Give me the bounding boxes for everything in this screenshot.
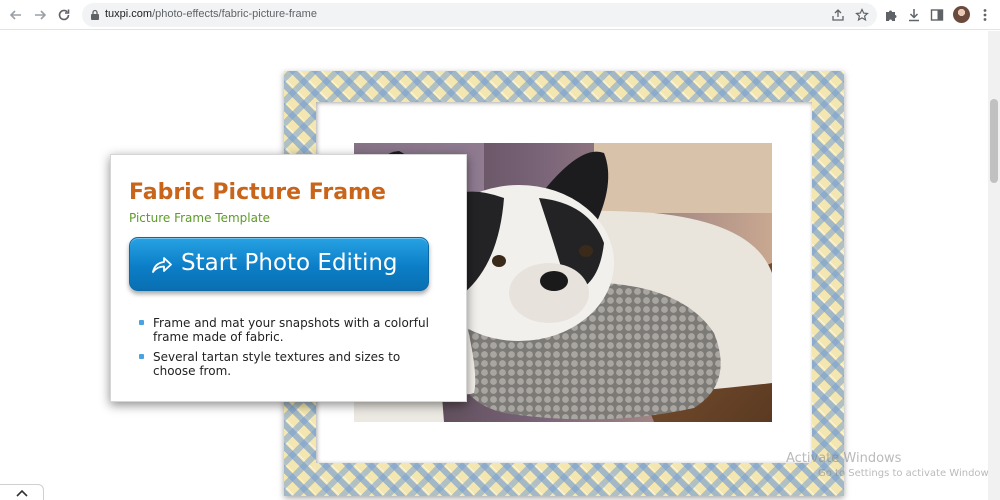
feature-list: Frame and mat your snapshots with a colo… xyxy=(139,316,439,384)
reload-icon xyxy=(58,9,70,21)
vertical-scrollbar[interactable] xyxy=(988,31,1000,500)
arrow-left-icon xyxy=(9,10,21,20)
back-button[interactable] xyxy=(6,5,26,25)
scrollbar-thumb[interactable] xyxy=(990,99,998,183)
side-panel-button[interactable] xyxy=(927,5,947,25)
extensions-button[interactable] xyxy=(881,5,901,25)
page-viewport: Fabric Picture Frame Picture Frame Templ… xyxy=(0,31,988,500)
browser-menu-button[interactable] xyxy=(975,5,995,25)
watermark-line-1: Activate Windows xyxy=(786,451,902,466)
windows-activation-watermark: Activate Windows Go to Settings to activ… xyxy=(786,451,997,479)
collapse-toggle-button[interactable] xyxy=(0,484,44,500)
reload-button[interactable] xyxy=(54,5,74,25)
share-button[interactable] xyxy=(830,7,846,23)
address-bar[interactable]: tuxpi.com/photo-effects/fabric-picture-f… xyxy=(82,3,877,27)
star-icon xyxy=(855,8,869,22)
feature-item: Several tartan style textures and sizes … xyxy=(139,350,439,378)
url-path: /photo-effects/fabric-picture-frame xyxy=(152,8,317,20)
product-info-card: Fabric Picture Frame Picture Frame Templ… xyxy=(110,154,467,402)
share-icon xyxy=(832,9,844,21)
feature-text: Frame and mat your snapshots with a colo… xyxy=(153,316,429,344)
forward-button[interactable] xyxy=(30,5,50,25)
start-photo-editing-label: Start Photo Editing xyxy=(181,250,398,276)
arrow-right-icon xyxy=(35,10,47,20)
start-photo-editing-button[interactable]: Start Photo Editing xyxy=(129,237,429,291)
profile-avatar[interactable] xyxy=(953,6,970,23)
bullet-icon xyxy=(139,354,144,359)
kebab-menu-icon xyxy=(983,9,987,21)
feature-text: Several tartan style textures and sizes … xyxy=(153,350,401,378)
bullet-icon xyxy=(139,320,144,325)
url-host: tuxpi.com xyxy=(105,8,153,20)
page-title: Fabric Picture Frame xyxy=(129,180,386,205)
side-panel-icon xyxy=(930,9,944,21)
page-subtitle: Picture Frame Template xyxy=(129,211,271,225)
share-arrow-icon xyxy=(152,257,172,273)
puzzle-icon xyxy=(886,10,897,21)
download-icon xyxy=(909,9,919,22)
watermark-line-2: Go to Settings to activate Windows. xyxy=(818,468,998,479)
feature-item: Frame and mat your snapshots with a colo… xyxy=(139,316,439,344)
chevron-up-icon xyxy=(15,489,28,497)
url-text[interactable]: tuxpi.com/photo-effects/fabric-picture-f… xyxy=(105,8,317,20)
browser-toolbar: tuxpi.com/photo-effects/fabric-picture-f… xyxy=(0,0,1000,30)
lock-icon[interactable] xyxy=(87,7,103,23)
bookmark-button[interactable] xyxy=(854,7,870,23)
downloads-button[interactable] xyxy=(904,5,924,25)
